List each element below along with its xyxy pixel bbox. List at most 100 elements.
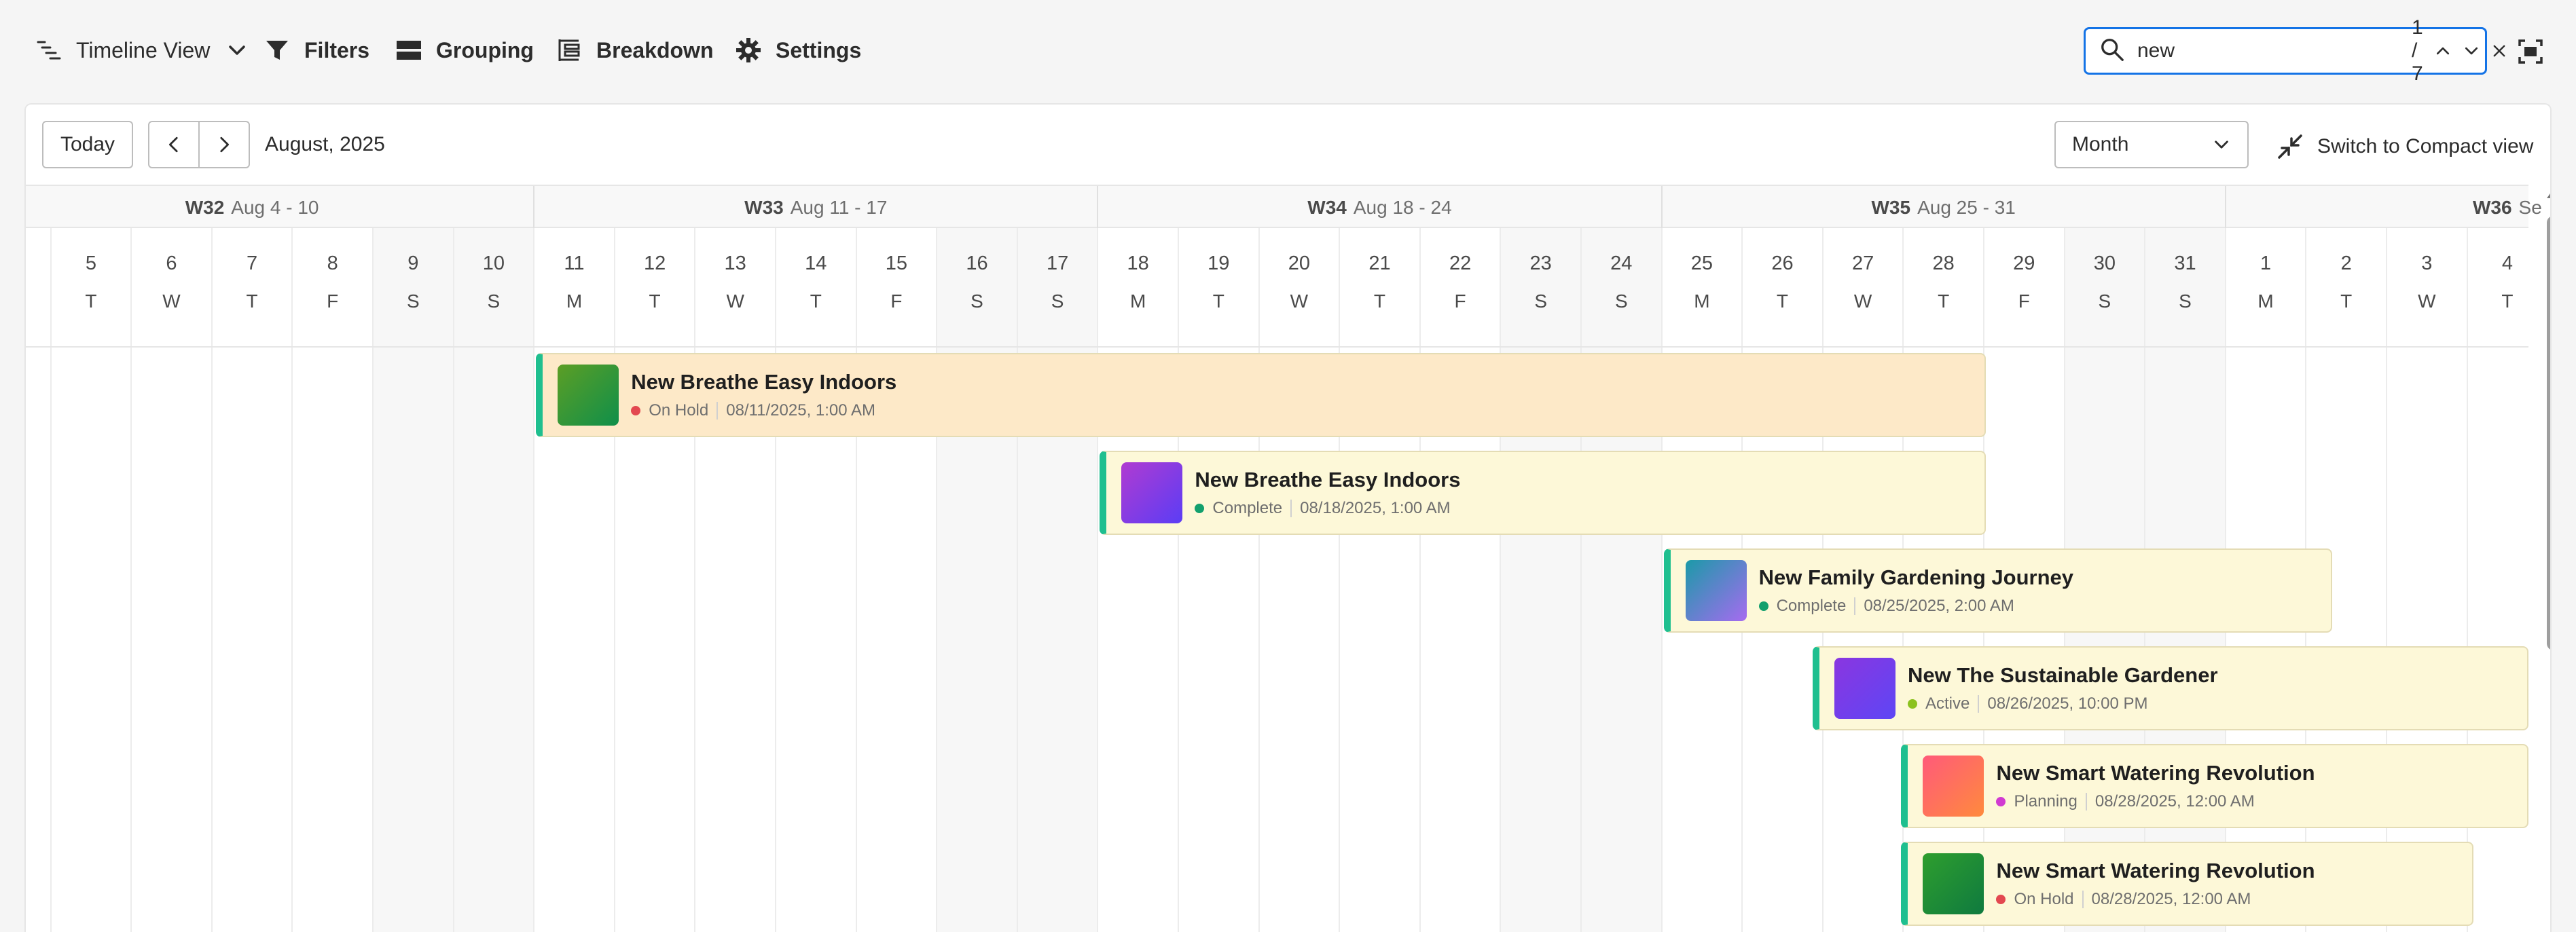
previous-result-button[interactable]: [2434, 39, 2452, 63]
day-weekday: T: [246, 291, 258, 312]
event-thumbnail: [1923, 756, 1984, 817]
filter-icon: [264, 37, 291, 64]
previous-period-button[interactable]: [149, 122, 198, 167]
next-period-button[interactable]: [198, 122, 249, 167]
week-header: W33 Aug 11 - 17: [533, 186, 1097, 229]
chevron-left-icon: [169, 136, 178, 153]
day-number: 19: [1208, 253, 1230, 274]
event-status: Complete: [1212, 499, 1283, 517]
day-column: 10 S: [452, 228, 534, 932]
event-date: 08/28/2025, 12:00 AM: [2094, 792, 2255, 810]
day-weekday: T: [1373, 291, 1386, 312]
day-column: 12 T: [613, 228, 695, 932]
status-dot-icon: [1908, 699, 1917, 709]
day-number: 31: [2174, 253, 2196, 274]
day-weekday: T: [85, 291, 97, 312]
day-number: 29: [2013, 253, 2035, 274]
day-column: 8F: [291, 228, 372, 932]
day-number: 11: [564, 253, 585, 274]
grouping-label: Grouping: [436, 37, 534, 62]
day-weekday: S: [970, 291, 983, 312]
day-number: 14: [805, 253, 827, 274]
meta-divider: [716, 402, 719, 420]
timeline-event[interactable]: New The Sustainable Gardener Active 08/26/…: [1813, 646, 2528, 730]
filters-button[interactable]: Filters: [264, 30, 369, 71]
timeline-panel: Today August, 2025 Month Switch to Compa…: [24, 103, 2552, 932]
chevron-up-icon: [2436, 47, 2449, 55]
timeline-event[interactable]: New Breathe Easy Indoors On Hold 08/11/202…: [536, 353, 1986, 437]
week-range: Aug 11 - 17: [790, 197, 888, 218]
day-weekday: S: [406, 291, 420, 312]
clear-search-button[interactable]: [2491, 39, 2507, 63]
day-column: 16 S: [936, 228, 1017, 932]
today-button[interactable]: Today: [42, 121, 133, 168]
day-weekday: M: [1130, 291, 1146, 312]
meta-divider: [2082, 891, 2084, 908]
scale-select[interactable]: Month: [2054, 121, 2249, 168]
day-column: 24 S: [1580, 228, 1661, 932]
event-status: Planning: [2014, 792, 2078, 810]
day-weekday: S: [2179, 291, 2192, 312]
day-column: 5T: [50, 228, 131, 932]
search-input[interactable]: [2136, 39, 2401, 63]
event-title: New Family Gardening Journey: [1758, 565, 2073, 589]
fullscreen-icon: [2518, 39, 2543, 64]
timeline-event[interactable]: New Smart Watering Revolution On Hold 08/2…: [1901, 842, 2473, 926]
day-weekday: T: [2340, 291, 2353, 312]
event-meta: Complete 08/25/2025, 2:00 AM: [1758, 597, 2073, 616]
breakdown-button[interactable]: Breakdown: [556, 30, 713, 71]
scroll-up-arrow[interactable]: [2544, 187, 2550, 206]
day-weekday: F: [890, 291, 903, 312]
event-thumbnail: [1923, 853, 1984, 914]
day-number: 3: [2421, 253, 2433, 274]
chevron-right-icon: [220, 136, 229, 153]
meta-divider: [1854, 597, 1856, 615]
next-result-button[interactable]: [2463, 39, 2480, 63]
fullscreen-button[interactable]: [2513, 34, 2548, 69]
day-column: 23 S: [1500, 228, 1580, 932]
week-header: W32 Aug 4 - 10: [26, 186, 533, 229]
day-number: 1: [2260, 253, 2272, 274]
event-body: New Smart Watering Revolution On Hold 08/2…: [1996, 859, 2315, 909]
day-number: 28: [1932, 253, 1955, 274]
filters-label: Filters: [304, 37, 370, 62]
day-number: 24: [1610, 253, 1633, 274]
week-range: Aug 25 - 31: [1917, 197, 2016, 218]
day-column: 11 M: [533, 228, 614, 932]
day-column: 4M: [26, 228, 50, 932]
timeline-event[interactable]: New Smart Watering Revolution Planning 08/…: [1901, 744, 2528, 828]
event-status: Complete: [1776, 597, 1847, 615]
top-toolbar: Timeline View Filters Grouping Breakdown…: [0, 0, 2576, 102]
day-weekday: T: [649, 291, 661, 312]
week-header: W34 Aug 18 - 24: [1097, 186, 1661, 229]
day-weekday: F: [2018, 291, 2030, 312]
timeline-event[interactable]: New Breathe Easy Indoors Complete 08/18/20…: [1100, 451, 1986, 535]
scrollbar-thumb[interactable]: [2547, 216, 2550, 650]
event-date: 08/25/2025, 2:00 AM: [1864, 597, 2014, 615]
day-header-row: 4M5T6W7T8F9S10S11M12T13W14T15F16S17S18M1…: [26, 228, 2528, 932]
gear-icon: [735, 37, 762, 64]
week-range: Aug 4 - 10: [231, 197, 319, 218]
day-number: 4: [26, 253, 50, 275]
scale-select-value: Month: [2072, 133, 2129, 155]
event-meta: On Hold 08/28/2025, 12:00 AM: [1996, 890, 2315, 909]
day-number: 15: [885, 253, 908, 274]
event-meta: Planning 08/28/2025, 12:00 AM: [1996, 792, 2315, 811]
grouping-button[interactable]: Grouping: [395, 30, 534, 71]
day-number: 17: [1046, 253, 1069, 274]
day-weekday: S: [2098, 291, 2111, 312]
current-period-label: August, 2025: [265, 133, 385, 155]
day-weekday: S: [1051, 291, 1064, 312]
switch-compact-view-button[interactable]: Switch to Compact view: [2276, 133, 2533, 160]
vertical-scrollbar[interactable]: [2544, 185, 2550, 932]
timeline-event[interactable]: New Family Gardening Journey Complete 08/2…: [1663, 548, 2332, 633]
timeline-icon: [35, 37, 62, 64]
day-weekday: T: [1212, 291, 1224, 312]
settings-label: Settings: [776, 37, 862, 62]
search-box: 1 / 7: [2084, 16, 2505, 85]
day-weekday: T: [810, 291, 822, 312]
timeline-view-dropdown[interactable]: Timeline View: [35, 30, 251, 71]
event-title: New Smart Watering Revolution: [1996, 859, 2315, 882]
settings-button[interactable]: Settings: [735, 30, 861, 71]
week-header: W35 Aug 25 - 31: [1661, 186, 2225, 229]
